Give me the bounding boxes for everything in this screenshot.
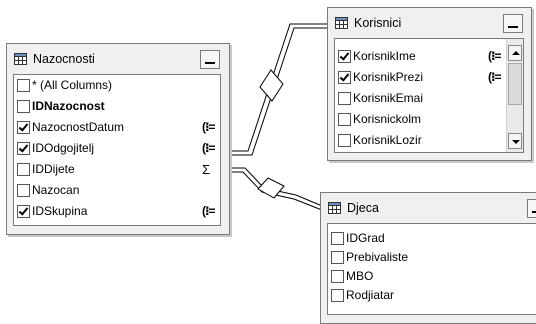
column-checkbox[interactable]	[338, 92, 351, 105]
column-label: Nazocan	[32, 183, 80, 197]
minimize-button[interactable]	[527, 199, 536, 218]
column-row[interactable]: IDNazocnost	[14, 98, 220, 116]
column-label: * (All Columns)	[32, 78, 113, 92]
column-label: NazocnostDatum	[32, 120, 125, 134]
column-label: MBO	[346, 269, 374, 283]
column-checkbox[interactable]	[17, 142, 30, 155]
column-row[interactable]: NazocnostDatum (⁝=	[14, 119, 220, 137]
relationship-korisnici[interactable]	[228, 23, 327, 156]
arrow-down-icon	[512, 140, 520, 144]
relationship-key-icon	[259, 69, 284, 102]
column-checkbox[interactable]	[17, 79, 30, 92]
column-label: KorisnikIme	[353, 49, 416, 63]
sigma-icon: Σ	[202, 162, 210, 177]
column-row[interactable]: KorisnikPrezi (⁝=	[335, 69, 523, 87]
minimize-button[interactable]	[503, 14, 523, 33]
key-type-icon: (⁝=	[488, 49, 502, 63]
table-title: Korisnici	[354, 16, 402, 30]
column-list[interactable]: IDGrad Prebivaliste MBO Rodjiatar	[327, 223, 536, 315]
table-grid-icon	[328, 202, 341, 214]
column-label: IDSkupina	[32, 204, 88, 218]
column-row[interactable]: Rodjiatar	[328, 287, 536, 305]
column-label: KorisnikLozir	[353, 133, 422, 147]
column-checkbox[interactable]	[17, 163, 30, 176]
column-label: KorisnikPrezi	[353, 70, 424, 84]
table-header[interactable]: Nazocnosti	[7, 44, 229, 74]
column-row[interactable]: * (All Columns)	[14, 77, 220, 95]
column-label: IDNazocnost	[32, 99, 105, 113]
key-type-icon: (⁝=	[202, 204, 216, 218]
column-checkbox[interactable]	[17, 121, 30, 134]
column-row[interactable]: IDGrad	[328, 230, 536, 248]
scroll-up-button[interactable]	[508, 45, 522, 61]
column-checkbox[interactable]	[331, 289, 344, 302]
arrow-up-icon	[512, 51, 520, 55]
column-checkbox[interactable]	[17, 205, 30, 218]
relationship-key-icon	[257, 177, 285, 199]
column-checkbox[interactable]	[17, 184, 30, 197]
column-row[interactable]: KorisnikIme (⁝=	[335, 48, 523, 66]
column-row[interactable]: IDDijete Σ	[14, 161, 220, 179]
column-row[interactable]: MBO	[328, 268, 536, 286]
table-djeca[interactable]: Djeca IDGrad Prebivaliste MBO Rodjiatar	[320, 192, 536, 324]
column-label: KorisnikEmai	[353, 91, 424, 105]
column-row[interactable]: IDOdgojitelj (⁝=	[14, 140, 220, 158]
table-grid-icon	[335, 17, 348, 29]
column-label: IDGrad	[346, 231, 385, 245]
table-grid-icon	[14, 53, 27, 65]
column-row[interactable]: Korisnickolm	[335, 111, 523, 129]
column-label: IDDijete	[32, 162, 75, 176]
column-label: IDOdgojitelj	[32, 141, 95, 155]
column-row[interactable]: IDSkupina (⁝=	[14, 203, 220, 221]
table-korisnici[interactable]: Korisnici KorisnikIme (⁝= KorisnikPrezi …	[327, 7, 532, 161]
column-list[interactable]: * (All Columns) IDNazocnost NazocnostDat…	[13, 74, 221, 226]
column-label: Korisnickolm	[353, 112, 422, 126]
scroll-thumb[interactable]	[508, 63, 522, 105]
column-row[interactable]: Prebivaliste	[328, 249, 536, 267]
column-checkbox[interactable]	[338, 71, 351, 84]
column-label: Prebivaliste	[346, 250, 409, 264]
column-checkbox[interactable]	[331, 251, 344, 264]
table-title: Djeca	[347, 201, 379, 215]
key-type-icon: (⁝=	[202, 120, 216, 134]
table-header[interactable]: Korisnici	[328, 8, 531, 38]
column-checkbox[interactable]	[338, 113, 351, 126]
vertical-scrollbar[interactable]	[506, 39, 523, 152]
column-checkbox[interactable]	[331, 232, 344, 245]
column-row[interactable]: Nazocan	[14, 182, 220, 200]
minimize-button[interactable]	[200, 50, 220, 69]
scroll-down-button[interactable]	[508, 133, 522, 149]
column-row[interactable]: KorisnikEmai	[335, 90, 523, 108]
column-checkbox[interactable]	[338, 134, 351, 147]
column-checkbox[interactable]	[17, 100, 30, 113]
table-header[interactable]: Djeca	[321, 193, 536, 223]
column-checkbox[interactable]	[338, 50, 351, 63]
column-label: Rodjiatar	[346, 288, 395, 302]
column-checkbox[interactable]	[331, 270, 344, 283]
key-type-icon: (⁝=	[202, 141, 216, 155]
key-type-icon: (⁝=	[488, 70, 502, 84]
column-row[interactable]: KorisnikLozir	[335, 132, 523, 150]
relationship-djeca[interactable]	[228, 167, 328, 213]
table-title: Nazocnosti	[33, 52, 95, 66]
table-nazocnosti[interactable]: Nazocnosti * (All Columns) IDNazocnost N…	[6, 43, 230, 235]
column-list[interactable]: KorisnikIme (⁝= KorisnikPrezi (⁝= Korisn…	[334, 38, 524, 153]
